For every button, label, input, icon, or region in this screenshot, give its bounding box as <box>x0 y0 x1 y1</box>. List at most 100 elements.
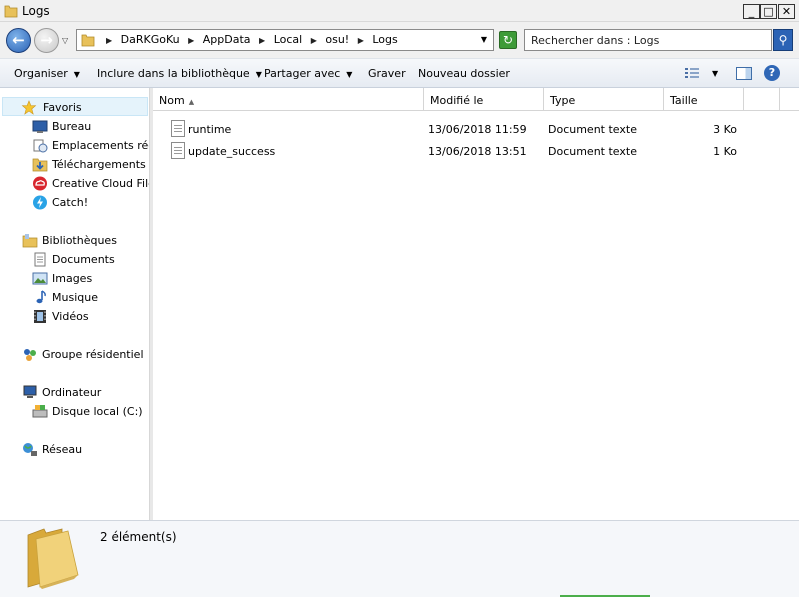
chevron-right-icon[interactable]: ▶ <box>358 36 364 45</box>
computer-icon <box>23 385 37 398</box>
file-type: Document texte <box>548 145 637 158</box>
nav-item-local-disk[interactable]: Disque local (C:) <box>32 402 149 421</box>
help-icon[interactable]: ? <box>764 65 780 81</box>
column-headers: Nom ▲ Modifié le Type Taille <box>153 88 799 111</box>
nav-label: Emplacements récents <box>52 139 149 152</box>
nav-label: Groupe résidentiel <box>42 348 144 361</box>
close-button[interactable]: ✕ <box>778 4 795 19</box>
include-library-menu[interactable]: Inclure dans la bibliothèque ▼ <box>97 67 262 80</box>
search-placeholder: Rechercher dans : Logs <box>531 34 660 47</box>
nav-label: Musique <box>52 291 98 304</box>
address-row: ← → ▽ ▶ DaRKGoKu ▶ AppData ▶ Local ▶ osu… <box>0 22 799 58</box>
chevron-down-icon[interactable]: ▼ <box>481 35 487 44</box>
nav-item-creative-cloud[interactable]: Creative Cloud Files <box>32 174 149 193</box>
title-bar: Logs _ □ ✕ <box>0 0 799 22</box>
nav-label: Téléchargements <box>52 158 146 171</box>
chevron-down-icon: ▼ <box>346 70 353 79</box>
file-type: Document texte <box>548 123 637 136</box>
chevron-right-icon[interactable]: ▶ <box>259 36 265 45</box>
column-label: Type <box>550 94 576 107</box>
column-size[interactable]: Taille <box>664 88 744 111</box>
breadcrumb-item[interactable]: AppData <box>203 33 251 46</box>
table-row[interactable]: runtime 13/06/2018 11:59 Document texte … <box>169 118 769 139</box>
address-bar[interactable]: ▶ DaRKGoKu ▶ AppData ▶ Local ▶ osu! ▶ Lo… <box>76 29 494 51</box>
nav-item-downloads[interactable]: Téléchargements <box>32 155 149 174</box>
back-button[interactable]: ← <box>6 28 31 53</box>
nav-label: Catch! <box>52 196 89 209</box>
column-label: Modifié le <box>430 94 484 107</box>
forward-button[interactable]: → <box>34 28 59 53</box>
organize-menu[interactable]: Organiser ▼ <box>14 67 80 80</box>
music-icon <box>36 290 46 304</box>
chevron-down-icon[interactable]: ▼ <box>712 69 718 78</box>
window-title: Logs <box>22 4 50 18</box>
recent-places-icon <box>33 139 48 153</box>
file-modified: 13/06/2018 11:59 <box>428 123 527 136</box>
nav-label: Bibliothèques <box>42 234 117 247</box>
nav-item-music[interactable]: Musique <box>32 288 149 307</box>
breadcrumb-item[interactable]: DaRKGoKu <box>121 33 180 46</box>
chevron-down-icon: ▼ <box>73 70 80 79</box>
search-button[interactable]: ⚲ <box>773 29 793 51</box>
search-input[interactable]: Rechercher dans : Logs <box>524 29 772 51</box>
nav-item-videos[interactable]: Vidéos <box>32 307 149 326</box>
column-label: Taille <box>670 94 698 107</box>
catch-icon <box>33 195 47 210</box>
nav-item-libraries[interactable]: Bibliothèques <box>22 231 149 250</box>
nav-item-documents[interactable]: Documents <box>32 250 149 269</box>
breadcrumb-item[interactable]: Logs <box>372 33 397 46</box>
nav-item-favorites[interactable]: Favoris <box>2 97 148 116</box>
nav-item-homegroup[interactable]: Groupe résidentiel <box>22 345 149 364</box>
navigation-pane: Favoris Bureau Emplacements récents Télé… <box>0 88 150 520</box>
column-type[interactable]: Type <box>544 88 664 111</box>
forward-arrow-icon: → <box>40 31 53 49</box>
nav-label: Réseau <box>42 443 83 456</box>
file-size: 1 Ko <box>713 145 737 158</box>
column-modified[interactable]: Modifié le <box>424 88 544 111</box>
new-folder-button[interactable]: Nouveau dossier <box>418 67 510 80</box>
text-file-icon <box>171 120 185 137</box>
file-modified: 13/06/2018 13:51 <box>428 145 527 158</box>
documents-icon <box>34 252 46 267</box>
chevron-right-icon[interactable]: ▶ <box>188 36 194 45</box>
folder-icon <box>4 5 18 18</box>
text-file-icon <box>171 142 185 159</box>
nav-item-desktop[interactable]: Bureau <box>32 117 149 136</box>
column-extra[interactable] <box>744 88 780 111</box>
nav-label: Vidéos <box>52 310 89 323</box>
nav-label: Documents <box>52 253 115 266</box>
star-icon <box>21 100 37 115</box>
breadcrumb: ▶ DaRKGoKu ▶ AppData ▶ Local ▶ osu! ▶ Lo… <box>101 33 398 46</box>
nav-item-recent[interactable]: Emplacements récents <box>32 136 149 155</box>
breadcrumb-item[interactable]: Local <box>274 33 303 46</box>
folder-icon <box>81 34 95 47</box>
preview-pane-icon[interactable] <box>736 67 752 80</box>
refresh-button[interactable]: ↻ <box>499 31 517 49</box>
search-icon: ⚲ <box>778 33 788 47</box>
sort-ascending-icon: ▲ <box>188 98 195 106</box>
maximize-button[interactable]: □ <box>760 4 777 19</box>
chevron-right-icon[interactable]: ▶ <box>106 36 112 45</box>
nav-item-computer[interactable]: Ordinateur <box>22 383 149 402</box>
command-bar: Organiser ▼ Inclure dans la bibliothèque ▼… <box>0 58 799 88</box>
recent-pages-dropdown[interactable]: ▽ <box>62 36 68 45</box>
nav-item-images[interactable]: Images <box>32 269 149 288</box>
nav-item-catch[interactable]: Catch! <box>32 193 149 212</box>
share-menu[interactable]: Partager avec ▼ <box>264 67 352 80</box>
videos-icon <box>34 310 46 323</box>
refresh-icon: ↻ <box>502 33 514 47</box>
table-row[interactable]: update_success 13/06/2018 13:51 Document… <box>169 140 769 161</box>
breadcrumb-item[interactable]: osu! <box>325 33 349 46</box>
desktop-icon <box>32 120 48 133</box>
share-label: Partager avec <box>264 67 341 80</box>
back-arrow-icon: ← <box>12 31 25 49</box>
file-size: 3 Ko <box>713 123 737 136</box>
burn-button[interactable]: Graver <box>368 67 406 80</box>
view-options-icon[interactable] <box>685 67 699 79</box>
network-icon <box>23 443 37 456</box>
column-name[interactable]: Nom ▲ <box>153 88 424 111</box>
organize-label: Organiser <box>14 67 68 80</box>
chevron-right-icon[interactable]: ▶ <box>311 36 317 45</box>
nav-item-network[interactable]: Réseau <box>22 440 149 459</box>
minimize-button[interactable]: _ <box>743 4 760 19</box>
